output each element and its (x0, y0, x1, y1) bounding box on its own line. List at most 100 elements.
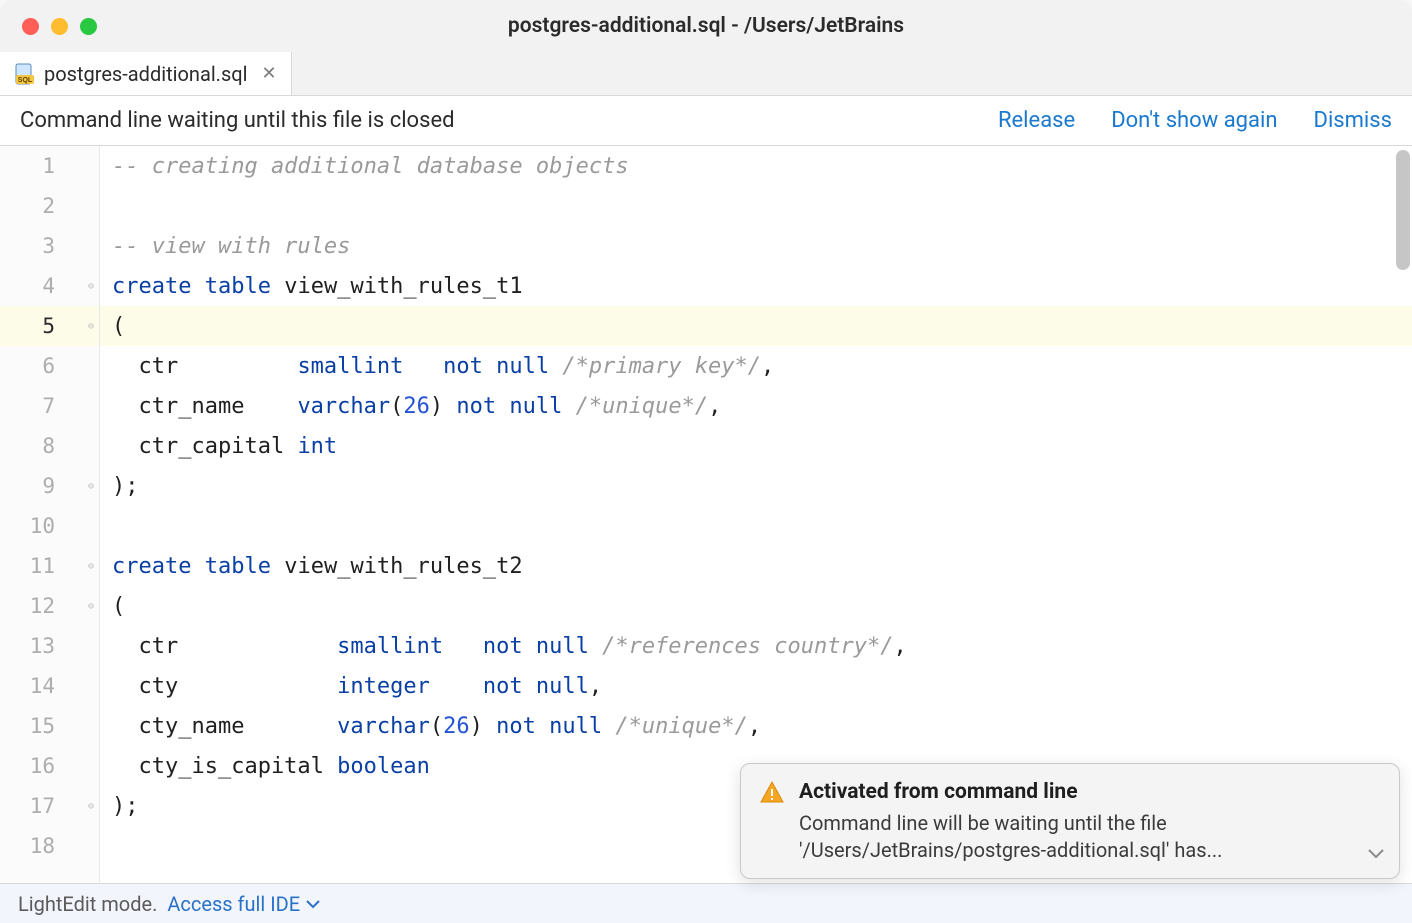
code-token-text: ctr_name (112, 394, 297, 419)
line-number[interactable]: 12 (0, 586, 99, 626)
code-token-text: , (761, 354, 774, 379)
line-number[interactable]: 5 (0, 306, 99, 346)
line-number[interactable]: 2 (0, 186, 99, 226)
line-number[interactable]: 18 (0, 826, 99, 866)
line-number[interactable]: 11 (0, 546, 99, 586)
code-token-text: , (589, 674, 602, 699)
code-line[interactable]: create table view_with_rules_t2 (100, 546, 1412, 586)
line-number-gutter[interactable]: 123456789101112131415161718 (0, 146, 100, 883)
access-full-ide-label: Access full IDE (167, 892, 300, 916)
line-number[interactable]: 4 (0, 266, 99, 306)
code-token-kw: table (205, 274, 284, 299)
code-line[interactable]: cty_name varchar(26) not null /*unique*/… (100, 706, 1412, 746)
code-line[interactable]: ctr_capital int (100, 426, 1412, 466)
code-token-text: cty_name (112, 714, 337, 739)
code-token-text: , (893, 634, 906, 659)
line-number[interactable]: 3 (0, 226, 99, 266)
popup-text: Command line will be waiting until the f… (799, 810, 1353, 864)
code-token-comment: /*unique*/ (576, 394, 708, 419)
lightedit-mode-label: LightEdit mode. (18, 892, 157, 916)
line-number[interactable]: 13 (0, 626, 99, 666)
code-token-kw: int (297, 434, 337, 459)
code-token-kw: smallint not null (337, 634, 602, 659)
code-line[interactable] (100, 186, 1412, 226)
code-token-kw: not null (496, 714, 615, 739)
line-number[interactable]: 1 (0, 146, 99, 186)
code-line[interactable]: ctr_name varchar(26) not null /*unique*/… (100, 386, 1412, 426)
code-line[interactable]: create table view_with_rules_t1 (100, 266, 1412, 306)
code-token-num: 26 (443, 714, 470, 739)
code-token-comment: /*references country*/ (602, 634, 893, 659)
window-title: postgres-additional.sql - /Users/JetBrai… (508, 14, 904, 38)
code-token-kw: varchar (337, 714, 430, 739)
line-number[interactable]: 16 (0, 746, 99, 786)
fold-marker-icon[interactable] (83, 546, 99, 586)
popup-body: Activated from command line Command line… (799, 780, 1353, 864)
code-line[interactable]: ( (100, 586, 1412, 626)
minimize-window-button[interactable] (51, 18, 68, 35)
code-line[interactable] (100, 506, 1412, 546)
code-token-text: ( (430, 714, 443, 739)
code-token-kw: create (112, 554, 191, 579)
collapse-popup-icon[interactable] (1367, 846, 1385, 864)
code-line[interactable]: -- view with rules (100, 226, 1412, 266)
close-window-button[interactable] (22, 18, 39, 35)
code-token-text: , (708, 394, 721, 419)
window-controls (22, 18, 97, 35)
code-token-kw: varchar (297, 394, 390, 419)
status-bar: LightEdit mode. Access full IDE (0, 883, 1412, 923)
popup-title: Activated from command line (799, 780, 1353, 804)
code-token-text: ctr_capital (112, 434, 297, 459)
code-token-num: 26 (403, 394, 430, 419)
dont-show-again-link[interactable]: Don't show again (1111, 108, 1277, 133)
code-token-text (191, 274, 204, 299)
release-link[interactable]: Release (998, 108, 1075, 133)
code-token-kw: create (112, 274, 191, 299)
code-token-kw: boolean (337, 754, 430, 779)
code-line[interactable]: -- creating additional database objects (100, 146, 1412, 186)
code-token-text: ) (470, 714, 497, 739)
code-line[interactable]: cty integer not null, (100, 666, 1412, 706)
code-token-text: cty (112, 674, 337, 699)
code-line[interactable]: ( (100, 306, 1412, 346)
line-number[interactable]: 14 (0, 666, 99, 706)
line-number[interactable]: 7 (0, 386, 99, 426)
code-token-comment: /*primary key*/ (562, 354, 761, 379)
code-line[interactable]: ctr smallint not null /*primary key*/, (100, 346, 1412, 386)
line-number[interactable]: 9 (0, 466, 99, 506)
fold-marker-icon[interactable] (83, 266, 99, 306)
fold-marker-icon[interactable] (83, 466, 99, 506)
code-token-text: ctr (112, 354, 297, 379)
maximize-window-button[interactable] (80, 18, 97, 35)
dismiss-link[interactable]: Dismiss (1314, 108, 1393, 133)
code-token-text (191, 554, 204, 579)
code-token-kw: smallint not null (297, 354, 562, 379)
fold-marker-icon[interactable] (83, 306, 99, 346)
notification-message: Command line waiting until this file is … (20, 108, 455, 133)
code-token-comment: -- creating additional database objects (112, 154, 629, 179)
code-token-text: ( (112, 314, 125, 339)
code-token-kw: table (205, 554, 284, 579)
code-token-text: ); (112, 474, 139, 499)
code-token-text: ) (430, 394, 457, 419)
code-line[interactable]: ); (100, 466, 1412, 506)
svg-text:SQL: SQL (18, 77, 33, 84)
line-number[interactable]: 8 (0, 426, 99, 466)
line-number[interactable]: 6 (0, 346, 99, 386)
editor-tab[interactable]: SQL postgres-additional.sql ✕ (0, 52, 292, 95)
tab-bar: SQL postgres-additional.sql ✕ (0, 52, 1412, 96)
tab-filename: postgres-additional.sql (44, 62, 248, 86)
notification-popup: Activated from command line Command line… (740, 763, 1400, 879)
scrollbar-thumb[interactable] (1396, 150, 1410, 270)
line-number[interactable]: 15 (0, 706, 99, 746)
code-token-text: cty_is_capital (112, 754, 337, 779)
fold-marker-icon[interactable] (83, 586, 99, 626)
code-line[interactable]: ctr smallint not null /*references count… (100, 626, 1412, 666)
sql-file-icon: SQL (14, 63, 36, 85)
close-tab-icon[interactable]: ✕ (262, 63, 277, 84)
fold-marker-icon[interactable] (83, 786, 99, 826)
access-full-ide-link[interactable]: Access full IDE (167, 892, 320, 916)
line-number[interactable]: 10 (0, 506, 99, 546)
line-number[interactable]: 17 (0, 786, 99, 826)
code-token-comment: /*unique*/ (615, 714, 747, 739)
